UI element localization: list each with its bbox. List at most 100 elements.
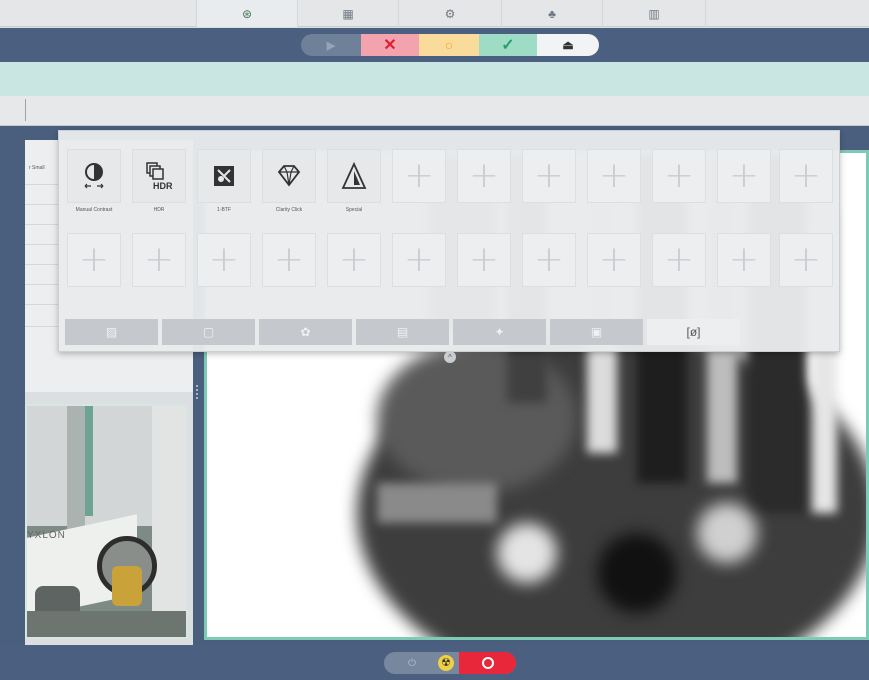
status-band: [0, 62, 869, 96]
empty-tool-slot[interactable]: +: [779, 233, 833, 287]
building-icon: ▥: [648, 6, 660, 21]
empty-tool-slot[interactable]: +: [779, 149, 833, 203]
eject-button[interactable]: ⏏: [537, 34, 599, 56]
splitter-handle[interactable]: [196, 385, 199, 399]
xray-shape: [377, 343, 577, 493]
play-button[interactable]: ▶: [301, 34, 361, 56]
empty-tool-slot[interactable]: +: [132, 233, 186, 287]
left-edge-strip: [0, 126, 25, 656]
svg-text:HDR: HDR: [153, 181, 173, 191]
camera-view: YXLON: [25, 404, 188, 639]
empty-tool-slot[interactable]: +: [67, 233, 121, 287]
xray-shape: [697, 503, 757, 563]
xray-shape: [377, 483, 497, 523]
plus-icon: +: [403, 155, 435, 196]
tab-user-tools[interactable]: ♣: [501, 0, 602, 27]
tab-target[interactable]: ⊛: [196, 0, 297, 27]
bottom-status-bar: ⏻ ☢: [0, 645, 869, 680]
contrast-icon: [84, 163, 104, 189]
empty-tool-slot[interactable]: +: [652, 233, 706, 287]
power-icon: ⏻: [408, 657, 416, 669]
plus-icon: +: [338, 239, 370, 280]
tab-image[interactable]: ▨: [65, 319, 158, 345]
empty-tool-slot[interactable]: +: [457, 233, 511, 287]
settings-sliders-icon: ⚙: [444, 6, 456, 21]
empty-tool-slot[interactable]: +: [522, 233, 576, 287]
popup-tab-bar: ▨ ▢ ✿ ▤ ✦ ▣ [ø]: [65, 319, 835, 345]
gear-icon: ✿: [300, 325, 311, 339]
control-bar: ▶ ✕ ○ ✓ ⏏: [0, 28, 869, 62]
tab-layout[interactable]: ▦: [297, 0, 398, 27]
tab-enhance[interactable]: ✦: [453, 319, 546, 345]
off-circle-icon: [481, 657, 494, 669]
plus-icon: +: [208, 239, 240, 280]
tool-label: Special: [345, 207, 363, 213]
empty-tool-slot[interactable]: +: [262, 233, 316, 287]
camera-frame-edge: [85, 406, 93, 516]
camera-yellow-part: [112, 566, 142, 606]
plus-icon: +: [790, 239, 822, 280]
tool-label: Clarity Click: [275, 207, 303, 213]
plus-icon: +: [598, 155, 630, 196]
stop-button[interactable]: ✕: [361, 34, 419, 56]
empty-tool-slot[interactable]: +: [652, 149, 706, 203]
empty-tool-slot[interactable]: +: [327, 233, 381, 287]
empty-tool-slot[interactable]: +: [457, 149, 511, 203]
tool-manual-contrast[interactable]: [67, 149, 121, 203]
tab-settings[interactable]: ✿: [259, 319, 352, 345]
plus-icon: +: [663, 155, 695, 196]
plus-icon: +: [403, 239, 435, 280]
camera-floor: [27, 611, 186, 637]
plus-icon: +: [598, 239, 630, 280]
empty-tool-slot[interactable]: +: [522, 149, 576, 203]
target-icon: ⊛: [241, 6, 253, 21]
empty-tool-slot[interactable]: +: [717, 149, 771, 203]
tab-filters[interactable]: [ø]: [647, 319, 740, 345]
close-icon: ✕: [383, 37, 397, 54]
btf-icon: [214, 166, 234, 186]
empty-tool-slot[interactable]: +: [587, 149, 641, 203]
square-icon: ▢: [202, 325, 215, 339]
plus-icon: +: [78, 239, 110, 280]
standby-button[interactable]: ⏻: [397, 654, 427, 672]
plus-icon: +: [468, 239, 500, 280]
camera-brand-label: YXLON: [27, 530, 66, 541]
tab-settings[interactable]: ⚙: [398, 0, 501, 27]
tool-label: 1-BTF: [217, 207, 231, 213]
camera-pillar: [67, 406, 85, 536]
xray-off-button[interactable]: [459, 652, 516, 674]
tab-building[interactable]: ▥: [602, 0, 706, 27]
diamond-icon: [277, 165, 301, 187]
layout-icon: ▦: [342, 6, 354, 21]
frame-icon: ▣: [590, 325, 603, 339]
empty-tool-slot[interactable]: +: [392, 149, 446, 203]
empty-tool-slot[interactable]: +: [392, 233, 446, 287]
eject-icon: ⏏: [562, 38, 574, 52]
pause-button[interactable]: ○: [419, 34, 479, 56]
tab-frame[interactable]: ▣: [550, 319, 643, 345]
empty-tool-slot[interactable]: +: [717, 233, 771, 287]
tool-clarity-click[interactable]: [262, 149, 316, 203]
collapse-popup-button[interactable]: ^: [444, 351, 456, 363]
radiation-button[interactable]: ☢: [433, 654, 459, 672]
empty-tool-slot[interactable]: +: [197, 233, 251, 287]
tool-label: HDR: [153, 207, 165, 213]
empty-tool-slot[interactable]: +: [587, 233, 641, 287]
plus-icon: +: [790, 155, 822, 196]
tab-shape[interactable]: ▢: [162, 319, 255, 345]
image-icon: ▨: [105, 325, 118, 339]
camera-door: [152, 406, 186, 637]
tab-document-settings[interactable]: ▤: [356, 319, 449, 345]
image-filter-popup: Manual Contrast HDR HDR 1-BTF Clarity Cl…: [58, 130, 840, 352]
user-tools-icon: ♣: [548, 6, 556, 21]
radiation-icon: ☢: [438, 655, 454, 671]
tool-special[interactable]: [327, 149, 381, 203]
tool-label: Manual Contrast: [75, 207, 113, 213]
plus-icon: +: [663, 239, 695, 280]
plus-icon: +: [468, 155, 500, 196]
tool-hdr[interactable]: HDR: [132, 149, 186, 203]
plus-icon: +: [273, 239, 305, 280]
confirm-button[interactable]: ✓: [479, 34, 537, 56]
tool-1-btf[interactable]: [197, 149, 251, 203]
check-icon: ✓: [501, 37, 515, 54]
